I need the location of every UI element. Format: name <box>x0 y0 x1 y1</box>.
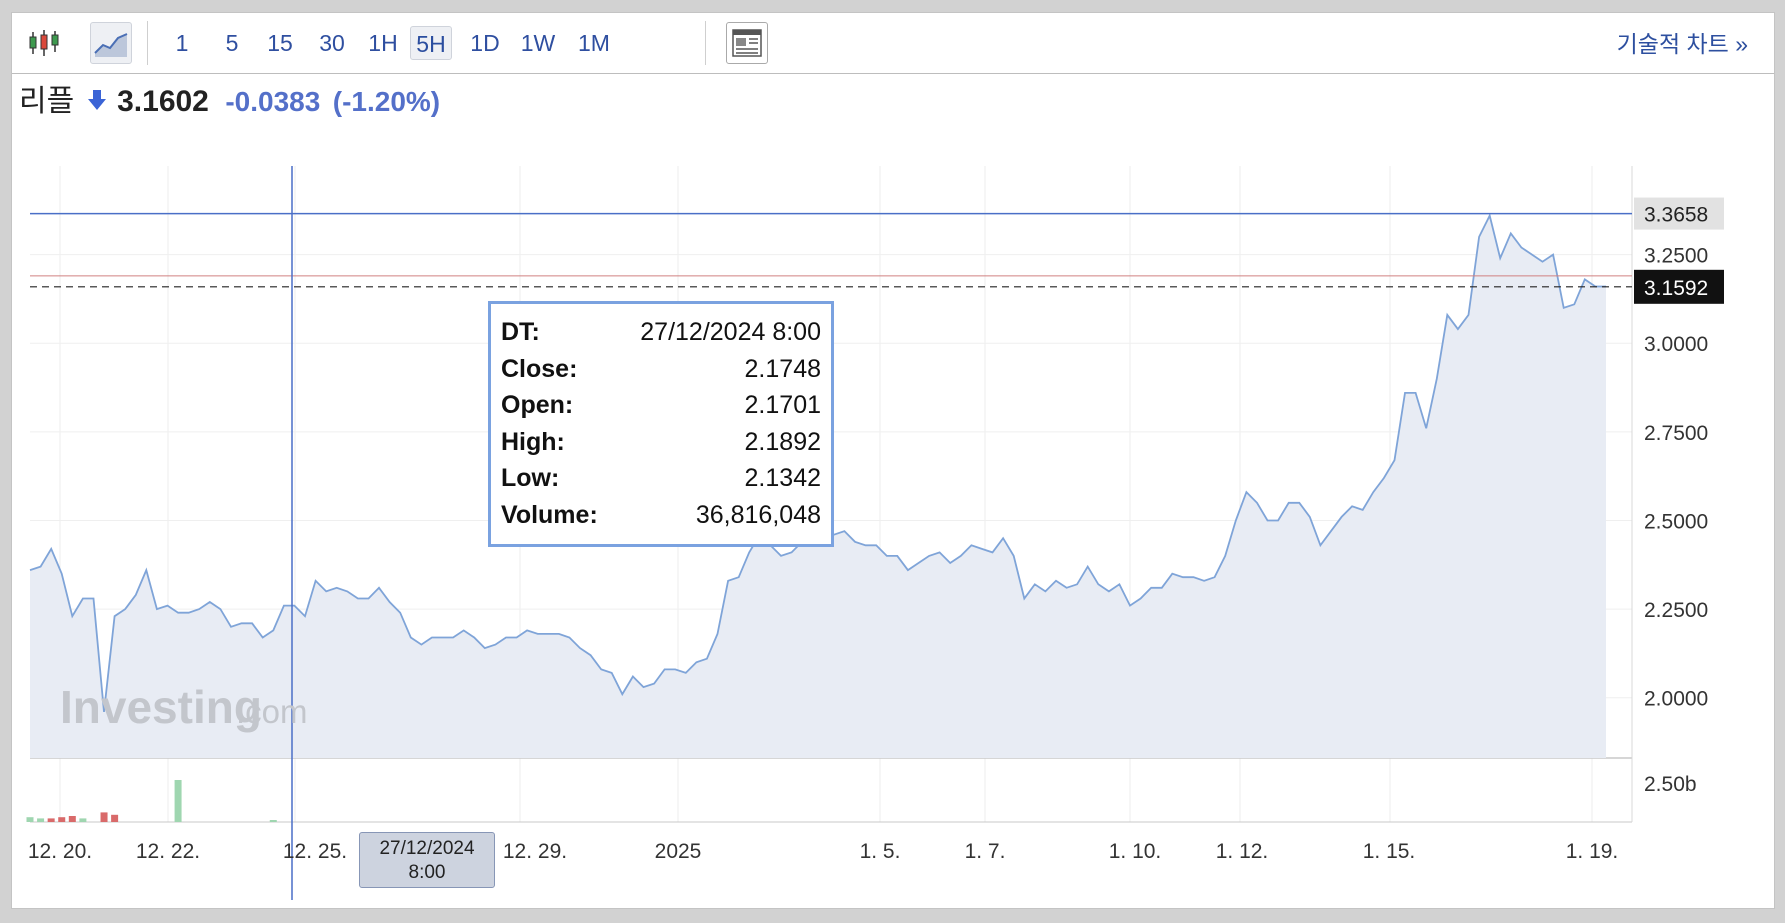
x-axis-tick-label: 1. 10. <box>1109 840 1162 863</box>
x-axis-tick-label: 1. 19. <box>1566 840 1619 863</box>
crosshair-time: 8:00 <box>408 862 446 883</box>
tooltip-label: Low: <box>501 464 560 492</box>
x-axis-tick-label: 2025 <box>655 840 702 863</box>
tooltip-label: Volume: <box>501 500 598 529</box>
x-axis-tick-label: 1. 12. <box>1216 840 1269 863</box>
x-axis-tick-label: 12. 22. <box>136 840 200 863</box>
x-axis-tick-label: 1. 15. <box>1363 840 1416 863</box>
high-price-label: 3.3658 <box>1644 204 1708 227</box>
tooltip-row-dt: DT: 27/12/2024 8:00 <box>501 314 821 351</box>
volume-bar <box>68 816 76 822</box>
y-axis-tick-label: 2.7500 <box>1644 422 1708 445</box>
tooltip-row-low: Low: 2.1342 <box>501 460 821 497</box>
tooltip-value: 2.1748 <box>744 354 821 383</box>
volume-bar <box>100 812 108 822</box>
tooltip-value: 36,816,048 <box>695 500 821 529</box>
tooltip-label: Open: <box>501 391 574 419</box>
tooltip-value: 27/12/2024 8:00 <box>640 318 821 346</box>
tooltip-value: 2.1342 <box>744 464 821 492</box>
volume-bar <box>174 780 182 822</box>
volume-bar <box>269 820 277 822</box>
watermark-suffix: .com <box>236 693 308 730</box>
last-price-label: 3.1592 <box>1644 277 1708 300</box>
price-chart[interactable]: 2.0000 2.2500 2.5000 2.7500 3.0000 3.2500 3.36… <box>0 0 1785 923</box>
volume-bar <box>26 817 34 822</box>
y-axis-tick-label: 2.0000 <box>1644 688 1708 711</box>
crosshair-date: 27/12/2024 <box>379 838 475 859</box>
x-axis-tick-label: 12. 29. <box>503 840 567 863</box>
y-axis-tick-label: 2.2500 <box>1644 599 1708 622</box>
x-axis-tick-label: 1. 5. <box>860 840 901 863</box>
y-axis-tick-label: 3.2500 <box>1644 245 1708 268</box>
volume-bar <box>79 818 87 822</box>
volume-scale-label: 2.50b <box>1644 773 1697 796</box>
y-axis-tick-label: 3.0000 <box>1644 333 1708 356</box>
tooltip-label: Close: <box>501 354 578 383</box>
tooltip-label: High: <box>501 427 565 456</box>
tooltip-row-open: Open: 2.1701 <box>501 387 821 424</box>
tooltip-value: 2.1701 <box>744 391 821 419</box>
watermark-brand: Investing <box>60 681 262 733</box>
volume-bar <box>47 818 55 822</box>
tooltip-label: DT: <box>501 318 540 346</box>
tooltip-value: 2.1892 <box>744 427 821 456</box>
volume-bar <box>37 818 45 822</box>
volume-bar <box>58 817 66 822</box>
tooltip-row-high: High: 2.1892 <box>501 424 821 461</box>
x-axis-tick-label: 1. 7. <box>965 840 1006 863</box>
ohlc-tooltip: DT: 27/12/2024 8:00 Close: 2.1748 Open: 2.1… <box>488 301 834 547</box>
tooltip-row-volume: Volume: 36,816,048 <box>501 497 821 534</box>
crosshair-time-label: 27/12/2024 8:00 <box>359 832 495 888</box>
x-axis-tick-label: 12. 20. <box>28 840 92 863</box>
tooltip-row-close: Close: 2.1748 <box>501 351 821 388</box>
y-axis-tick-label: 2.5000 <box>1644 510 1708 533</box>
x-axis-tick-label: 12. 25. <box>283 840 347 863</box>
volume-bar <box>111 814 119 822</box>
